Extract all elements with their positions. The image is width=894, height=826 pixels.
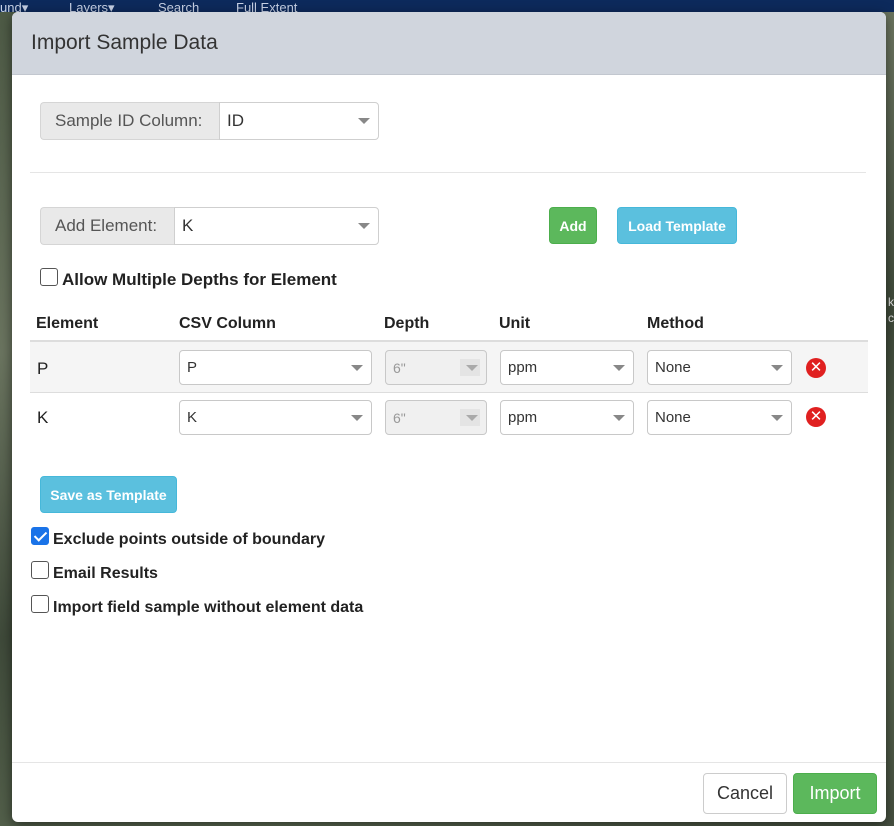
- add-element-group: Add Element: K: [40, 207, 379, 245]
- unit-select[interactable]: ppm: [500, 350, 634, 385]
- chevron-down-icon: [613, 414, 625, 421]
- add-element-select[interactable]: K: [174, 207, 379, 245]
- chevron-down-icon: [358, 118, 370, 124]
- background-edge-text: k: [888, 295, 894, 309]
- email-results-checkbox[interactable]: [31, 561, 49, 579]
- depth-select: 6": [385, 400, 487, 435]
- column-header-unit: Unit: [499, 315, 531, 332]
- chevron-down-icon: [358, 223, 370, 229]
- table-row: P P 6" ppm None ✕: [30, 340, 868, 392]
- dialog-title: Import Sample Data: [31, 31, 218, 54]
- sample-id-label: Sample ID Column:: [40, 102, 219, 140]
- depth-value: 6": [393, 409, 406, 426]
- exclude-points-label: Exclude points outside of boundary: [53, 531, 326, 548]
- load-template-button[interactable]: Load Template: [617, 207, 737, 244]
- sample-id-select[interactable]: ID: [219, 102, 379, 140]
- add-element-value: K: [182, 216, 194, 235]
- csv-column-select[interactable]: P: [179, 350, 372, 385]
- sample-id-group: Sample ID Column: ID: [40, 102, 379, 140]
- column-header-depth: Depth: [384, 315, 430, 332]
- chevron-down-icon: [613, 364, 625, 371]
- divider: [30, 172, 866, 173]
- chevron-down-icon: [771, 414, 783, 421]
- save-as-template-button[interactable]: Save as Template: [40, 476, 177, 513]
- add-element-label: Add Element:: [40, 207, 174, 245]
- row-element: P: [37, 359, 49, 378]
- method-select[interactable]: None: [647, 400, 792, 435]
- times-circle-icon[interactable]: ✕: [806, 358, 826, 378]
- column-header-method: Method: [647, 315, 704, 332]
- import-button[interactable]: Import: [793, 773, 877, 814]
- import-without-element-data-checkbox[interactable]: [31, 595, 49, 613]
- csv-column-value: P: [187, 359, 198, 376]
- background-edge-text: c: [888, 311, 894, 325]
- csv-column-select[interactable]: K: [179, 400, 372, 435]
- import-without-element-data-label: Import field sample without element data: [53, 599, 364, 616]
- sample-id-value: ID: [227, 111, 244, 130]
- add-button[interactable]: Add: [549, 207, 597, 244]
- background-navbar: und▾ Layers▾ Search Full Extent: [0, 0, 894, 15]
- allow-multiple-depths-checkbox[interactable]: [40, 268, 58, 286]
- method-select[interactable]: None: [647, 350, 792, 385]
- csv-column-value: K: [187, 409, 198, 426]
- unit-value: ppm: [508, 359, 538, 376]
- chevron-down-icon: [466, 414, 478, 421]
- unit-value: ppm: [508, 409, 538, 426]
- exclude-points-checkbox[interactable]: [31, 527, 49, 545]
- row-element: K: [37, 408, 49, 427]
- chevron-down-icon: [351, 414, 363, 421]
- unit-select[interactable]: ppm: [500, 400, 634, 435]
- email-results-label: Email Results: [53, 565, 158, 582]
- column-header-element: Element: [36, 315, 99, 332]
- chevron-down-icon: [771, 364, 783, 371]
- table-row: K K 6" ppm None ✕: [30, 392, 868, 443]
- cancel-button[interactable]: Cancel: [703, 773, 787, 814]
- import-sample-data-dialog: Import Sample Data Sample ID Column: ID …: [12, 12, 886, 822]
- depth-select: 6": [385, 350, 487, 385]
- allow-multiple-depths-label: Allow Multiple Depths for Element: [62, 270, 337, 289]
- times-circle-icon[interactable]: ✕: [806, 407, 826, 427]
- column-header-csv-column: CSV Column: [179, 315, 276, 332]
- method-value: None: [655, 409, 691, 426]
- depth-value: 6": [393, 359, 406, 376]
- method-value: None: [655, 359, 691, 376]
- dialog-header: Import Sample Data: [12, 12, 886, 75]
- chevron-down-icon: [351, 364, 363, 371]
- chevron-down-icon: [466, 364, 478, 371]
